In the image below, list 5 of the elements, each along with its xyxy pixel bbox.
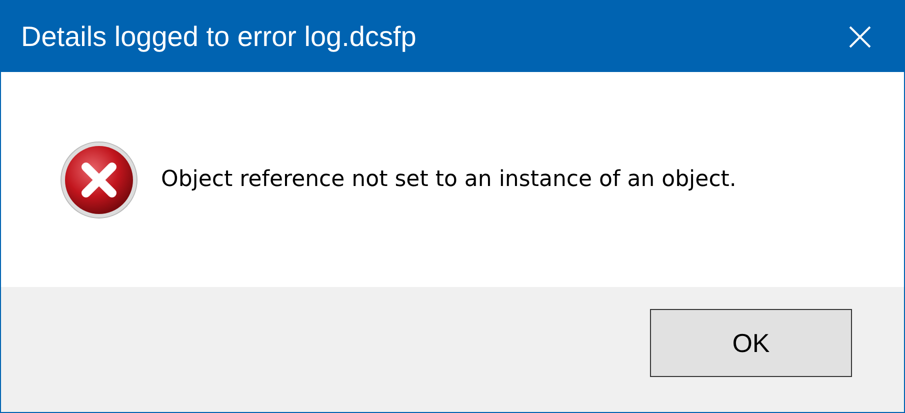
error-icon — [59, 140, 139, 220]
close-icon[interactable] — [849, 26, 871, 48]
ok-button[interactable]: OK — [650, 309, 852, 377]
error-message: Object reference not set to an instance of an object. — [161, 167, 736, 192]
window-title: Details logged to error log.dcsfp — [21, 20, 416, 52]
